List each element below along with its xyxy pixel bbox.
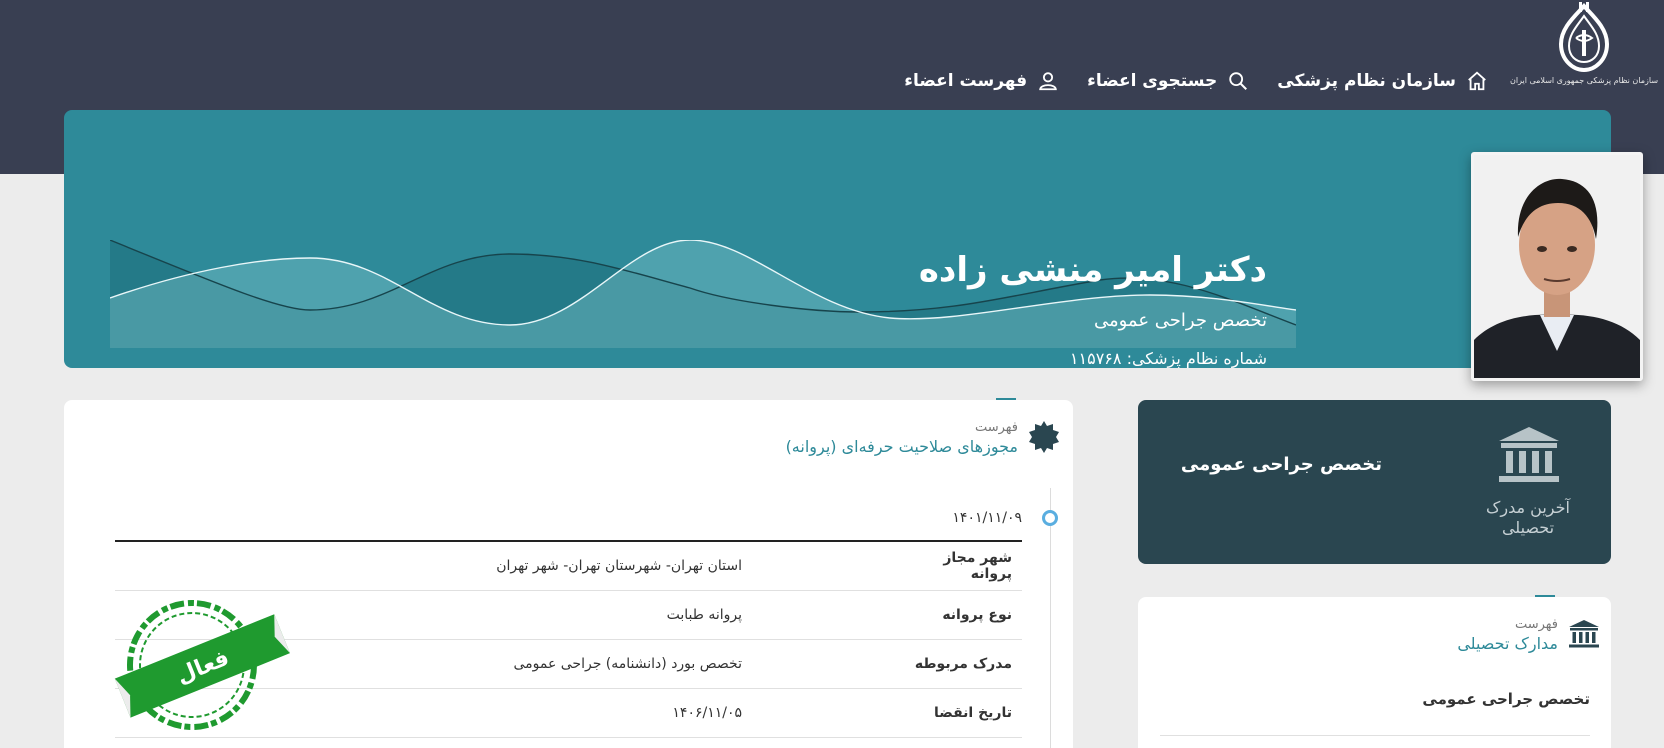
row-label: مدرک مربوطه xyxy=(914,656,1012,672)
user-icon xyxy=(1039,72,1057,91)
search-icon xyxy=(1229,72,1248,90)
licenses-heading: فهرست مجوزهای صلاحیت حرفه‌ای (پروانه) xyxy=(786,420,1018,456)
timeline-line xyxy=(1050,488,1051,748)
section-title: مدارک تحصیلی xyxy=(1457,634,1558,653)
doctor-specialty: تخصص جراحی عمومی xyxy=(1093,310,1267,331)
last-degree-card: آخرین مدرک تحصیلی تخصص جراحی عمومی xyxy=(1138,400,1611,564)
row-label: نوع پروانه xyxy=(942,607,1012,623)
divider xyxy=(1160,735,1590,736)
profile-info: دکتر امیر منشی زاده تخصص جراحی عمومی شما… xyxy=(919,248,1267,368)
education-card: فهرست مدارک تحصیلی تخصص جراحی عمومی xyxy=(1138,595,1611,748)
nav-label: جستجوی اعضاء xyxy=(1087,71,1218,91)
section-small-label: فهرست xyxy=(1514,617,1558,632)
section-small-label: فهرست xyxy=(974,420,1018,435)
institution-icon xyxy=(1569,620,1599,648)
nav-label: فهرست اعضاء xyxy=(904,71,1028,91)
nav-medical-council[interactable]: سازمان نظام پزشکی xyxy=(1277,70,1488,92)
main-nav: سازمان نظام پزشکی جستجوی اعضاء فهرست اعض… xyxy=(904,70,1488,92)
home-icon xyxy=(1468,71,1486,91)
table-row: شهر مجاز پروانه استان تهران- شهرستان تهر… xyxy=(115,542,1022,591)
medical-council-number: شماره نظام پزشکی: ۱۱۵۷۶۸ xyxy=(1069,349,1267,368)
medical-council-logo[interactable]: سازمان نظام پزشکی جمهوری اسلامی ایران xyxy=(1510,2,1658,94)
education-item[interactable]: تخصص جراحی عمومی xyxy=(1422,690,1590,708)
section-accent xyxy=(996,398,1016,400)
doctor-name: دکتر امیر منشی زاده xyxy=(918,250,1267,290)
doctor-photo xyxy=(1471,152,1643,381)
last-degree-caption: آخرین مدرک تحصیلی xyxy=(1486,498,1570,537)
timeline-dot xyxy=(1042,510,1058,526)
licenses-card: فهرست مجوزهای صلاحیت حرفه‌ای (پروانه) ۱۴… xyxy=(64,398,1073,748)
license-issue-date: ۱۴۰۱/۱۱/۰۹ xyxy=(952,510,1022,526)
row-value: استان تهران- شهرستان تهران- شهر تهران xyxy=(496,558,742,574)
nav-member-list[interactable]: فهرست اعضاء xyxy=(904,70,1059,92)
logo-emblem-icon xyxy=(1558,2,1610,73)
row-label: شهر مجاز پروانه xyxy=(943,550,1012,582)
badge-icon xyxy=(1029,421,1059,453)
nav-label: سازمان نظام پزشکی xyxy=(1277,71,1456,91)
section-accent xyxy=(1535,595,1555,597)
profile-hero: دکتر امیر منشی زاده تخصص جراحی عمومی شما… xyxy=(64,110,1611,368)
education-heading: فهرست مدارک تحصیلی xyxy=(1457,617,1558,653)
nav-member-search[interactable]: جستجوی اعضاء xyxy=(1087,70,1249,92)
section-title: مجوزهای صلاحیت حرفه‌ای (پروانه) xyxy=(785,437,1018,456)
row-label: تاریخ انقضا xyxy=(934,705,1012,721)
doctor-portrait-icon xyxy=(1474,155,1640,378)
last-degree-title: تخصص جراحی عمومی xyxy=(1180,454,1382,475)
active-status-stamp: فعال xyxy=(114,600,290,730)
logo-caption: سازمان نظام پزشکی جمهوری اسلامی ایران xyxy=(1509,76,1659,85)
institution-icon xyxy=(1499,427,1559,482)
